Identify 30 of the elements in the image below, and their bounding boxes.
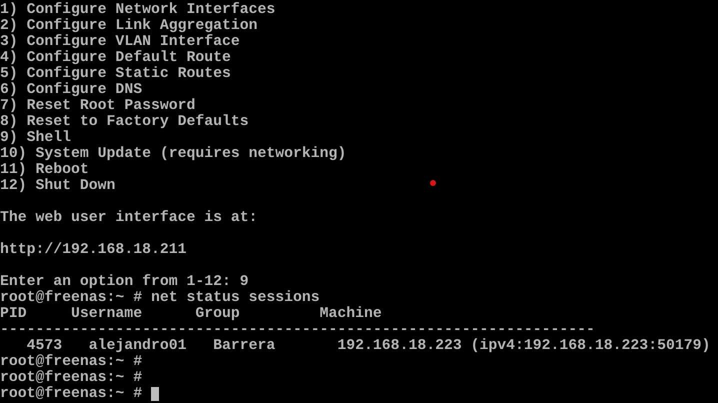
console-line: 1) Configure Network Interfaces xyxy=(0,2,276,18)
table-cell: alejandro01 xyxy=(88,338,186,354)
console-line: root@freenas:~ # xyxy=(0,370,142,386)
table-cell: 192.168.18.223 (ipv4:192.168.18.223:50179) xyxy=(337,338,710,354)
console-line: http://192.168.18.211 xyxy=(0,242,186,258)
column-header: Username xyxy=(71,306,142,322)
console-line: 5) Configure Static Routes xyxy=(0,66,231,82)
console-line: 9) Shell xyxy=(0,130,72,146)
table-cell: Barrera xyxy=(213,338,276,354)
dot-mark xyxy=(430,180,436,186)
console-line: 2) Configure Link Aggregation xyxy=(0,18,258,34)
console-line: root@freenas:~ # net status sessions xyxy=(0,290,320,306)
column-header: Machine xyxy=(320,306,382,322)
column-header: PID xyxy=(0,306,27,322)
console-line: root@freenas:~ # xyxy=(0,386,142,402)
console-line: 12) Shut Down xyxy=(0,178,116,194)
console-line: 7) Reset Root Password xyxy=(0,98,196,114)
console-line: Enter an option from 1-12: 9 xyxy=(0,274,249,290)
table-cell: 4573 xyxy=(26,338,62,354)
console-line: 10) System Update (requires networking) xyxy=(0,146,346,162)
console-line: root@freenas:~ # xyxy=(0,354,142,370)
text-cursor xyxy=(150,387,159,401)
console-line: 11) Reboot xyxy=(0,162,89,178)
column-header: Group xyxy=(195,306,240,322)
console-line: 4) Configure Default Route xyxy=(0,50,231,66)
console-line: 3) Configure VLAN Interface xyxy=(0,34,240,50)
console-line: The web user interface is at: xyxy=(0,210,258,226)
dashed-rule: ------------------------------------------------------------------- xyxy=(0,322,595,338)
console-line: 6) Configure DNS xyxy=(0,82,142,98)
console-line: 8) Reset to Factory Defaults xyxy=(0,114,249,130)
